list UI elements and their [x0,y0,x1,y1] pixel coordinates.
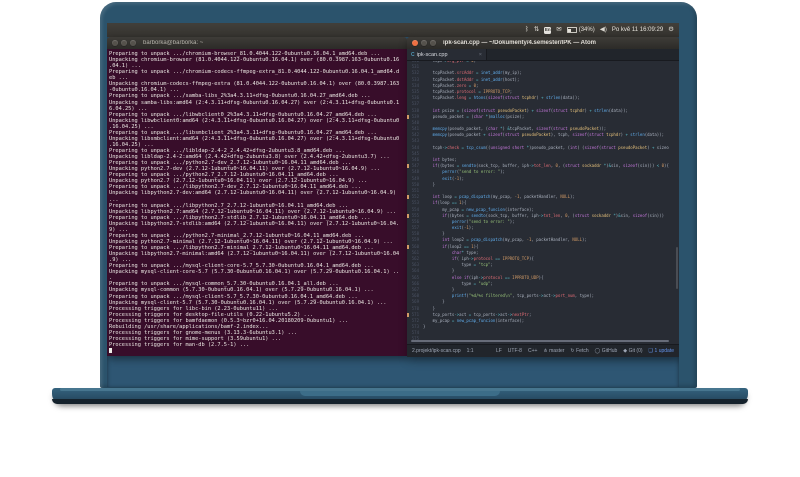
battery-fill [568,28,571,32]
maximize-button[interactable] [430,40,436,46]
battery-indicator-label: (34%) [578,27,595,33]
laptop-base [52,388,748,404]
base-notch [300,390,500,396]
status-package-updates[interactable]: ❑ 1 update [649,348,674,354]
tab-label: ipk-scan.cpp [416,51,448,58]
minimize-button[interactable] [121,40,127,46]
status-git-branch[interactable]: ⋔ master [543,348,564,354]
git-modified-marker [407,244,409,249]
status-git-changes[interactable]: ◆ Git (0) [623,348,642,354]
atom-status-bar: 2.projekt/ipk-scan.cpp 1:1 LF UTF-8 C++ ⋔ mas… [407,344,679,357]
minimize-button[interactable] [421,40,427,46]
terminal-line: Unpacking libpython2.7-dev:amd64 (2.7.12… [109,190,397,197]
system-tray: ᛒ ⇅ En ✉ (34%) ◀) Po kvě 11 16:09:29 ⚙ [525,26,674,34]
status-git-fetch[interactable]: ↻ Fetch [570,348,588,354]
status-cursor-position[interactable]: 1:1 [467,348,474,354]
git-modified-marker [407,312,409,317]
vertical-scrollbar[interactable] [676,247,678,289]
base-bottom-rim [52,399,748,404]
terminal-titlebar[interactable]: barborka@barborka: ~ [107,37,407,49]
status-git-branch-icon: ⋔ [543,348,548,354]
volume-indicator[interactable]: ◀) [600,26,607,34]
terminal-line: Preparing to unpack .../libwbclient0_2%3… [109,111,377,118]
terminal-line: Unpacking libwbclient0:amd64 (2:4.3.11+d… [109,117,400,124]
status-git-changes-icon: ◆ [623,348,628,354]
status-line-ending[interactable]: LF [496,348,502,354]
status-right: LF UTF-8 C++ ⋔ master ↻ Fetch ◯ GitHub ◆ Git (0) ❑ 1… [496,348,674,354]
horizontal-scrollbar[interactable] [411,340,669,342]
network-indicator[interactable]: ⇅ [534,26,539,34]
terminal-line: Preparing to unpack .../libsmbclient_2%3… [109,129,377,136]
atom-title: ipk-scan.cpp — ~/Dokumenty/4.semester/IP… [443,40,596,46]
editor-lines: 530 tcph->urg_ptr = 0;531532 tcpPacket.s… [407,61,679,343]
status-github-icon: ◯ [594,348,601,354]
terminal-line: Unpacking libpython2.7-stdlib:amd64 (2.7… [109,220,400,227]
git-modified-marker [407,114,409,119]
editor-pane[interactable]: 530 tcph->urg_ptr = 0;531532 tcpPacket.s… [407,61,679,344]
atom-tab-bar: C ipk-scan.cpp × [407,49,679,61]
tab-close-icon[interactable]: × [479,52,482,58]
session-indicator[interactable]: ⚙ [668,26,674,34]
tab-ipk-scan[interactable]: C ipk-scan.cpp × [407,49,487,60]
keyboard-indicator[interactable]: En [544,26,552,34]
close-button[interactable] [112,40,118,46]
status-git-fetch-icon: ↻ [570,348,575,354]
git-modified-marker [407,164,409,169]
terminal-cursor-line [109,348,405,354]
bluetooth-indicator[interactable]: ᛒ [525,26,529,34]
atom-window[interactable]: ipk-scan.cpp — ~/Dokumenty/4.semester/IP… [407,37,679,357]
terminal-window[interactable]: barborka@barborka: ~ Preparing to unpack… [107,37,407,356]
terminal-line: Unpacking samba-libs:amd64 (2:4.3.11+dfs… [109,99,400,106]
terminal-title: barborka@barborka: ~ [143,40,204,46]
battery-nub [576,29,578,31]
messages-indicator[interactable]: ✉ [556,26,561,34]
clock-indicator[interactable]: Po kvě 11 16:09:29 [612,27,663,33]
maximize-button[interactable] [130,40,136,46]
terminal-line: Unpacking mysql-client-5.7 (5.7.30-0ubun… [109,299,387,306]
terminal-line: Unpacking libpython2.7-minimal:amd64 (2.… [109,251,400,258]
status-github[interactable]: ◯ GitHub [595,348,618,354]
battery-indicator[interactable]: (34%) [566,27,595,33]
status-grammar[interactable]: C++ [528,348,537,354]
terminal-line: Preparing to unpack .../libpython2.7-std… [109,214,371,221]
terminal-cursor [109,348,113,354]
status-encoding[interactable]: UTF-8 [508,348,522,354]
terminal-line: Unpacking mysql-client-core-5.7 (5.7.30-… [109,269,400,276]
status-package-updates-icon: ❑ [648,348,654,354]
git-modified-marker [407,213,409,218]
terminal-line: Unpacking libpython2.7:amd64 (2.7.12-1ub… [109,208,397,215]
terminal-body[interactable]: Preparing to unpack .../chromium-browser… [107,49,407,356]
cpp-file-icon: C [411,51,415,58]
close-button[interactable] [412,40,418,46]
battery-icon [566,27,578,33]
laptop-screen: ᛒ ⇅ En ✉ (34%) ◀) Po kvě 11 16:09:29 ⚙ barborka… [107,23,679,387]
laptop-mockup: ᛒ ⇅ En ✉ (34%) ◀) Po kvě 11 16:09:29 ⚙ barborka… [0,0,800,477]
terminal-line: Preparing to unpack .../chromium-codecs-… [109,69,400,76]
atom-titlebar[interactable]: ipk-scan.cpp — ~/Dokumenty/4.semester/IP… [407,37,679,49]
ubuntu-top-panel: ᛒ ⇅ En ✉ (34%) ◀) Po kvě 11 16:09:29 ⚙ [107,23,679,37]
terminal-line: Preparing to unpack .../samba-libs_2%3a4… [109,93,371,100]
terminal-line: Unpacking mysql-common (5.7.30-0ubuntu0.… [109,287,374,294]
status-left: 2.projekt/ipk-scan.cpp 1:1 [412,348,474,354]
git-modified-marker [407,195,409,200]
terminal-line: Unpacking chromium-browser (81.0.4044.12… [109,57,400,64]
status-file-path[interactable]: 2.projekt/ipk-scan.cpp [412,348,461,354]
